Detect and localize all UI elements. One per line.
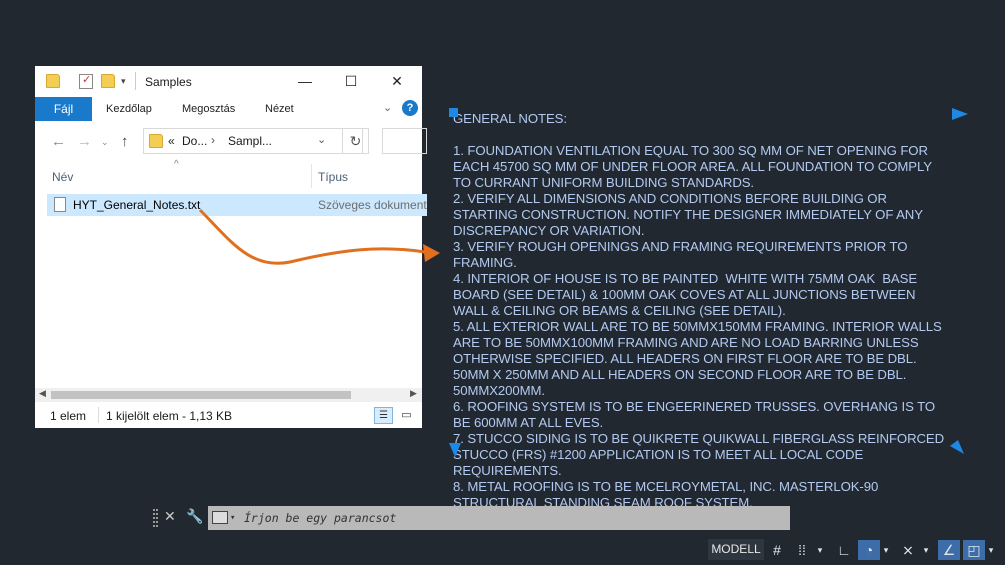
grip-height-arrow-icon[interactable] bbox=[449, 443, 461, 457]
snap-grid-icon[interactable]: ⁞⁞ bbox=[792, 540, 812, 560]
general-notes-text[interactable]: GENERAL NOTES: 1. FOUNDATION VENTILATION … bbox=[453, 111, 973, 511]
close-icon[interactable]: ✕ bbox=[164, 508, 176, 525]
grid-icon[interactable]: # bbox=[768, 540, 786, 560]
object-snap-icon[interactable]: ◰ bbox=[963, 540, 985, 560]
note-line: BE 600MM AT ALL EVES. bbox=[453, 415, 604, 430]
note-line: FRAMING. bbox=[453, 255, 517, 270]
note-line: 5. ALL EXTERIOR WALL ARE TO BE 50MMX150M… bbox=[453, 319, 942, 334]
command-placeholder: Írjon be egy parancsot bbox=[244, 511, 397, 525]
note-line: 1. FOUNDATION VENTILATION EQUAL TO 300 S… bbox=[453, 143, 928, 158]
note-line: 3. VERIFY ROUGH OPENINGS AND FRAMING REQ… bbox=[453, 239, 908, 254]
command-prompt-icon bbox=[212, 511, 228, 524]
ortho-icon[interactable]: ∟ bbox=[834, 540, 854, 560]
note-line: BOARD (SEE DETAIL) & 100MM OAK COVES AT … bbox=[453, 287, 916, 302]
note-line bbox=[453, 127, 973, 143]
note-line: WALL & CEILING OR BEAMS & CEILING (SEE D… bbox=[453, 303, 786, 318]
note-line: GENERAL NOTES: bbox=[453, 111, 567, 126]
grip-corner-arrow-icon[interactable] bbox=[950, 440, 966, 456]
note-line: 2. VERIFY ALL DIMENSIONS AND CONDITIONS … bbox=[453, 191, 887, 206]
object-snap-tracking-icon[interactable]: ∠ bbox=[938, 540, 960, 560]
isodraft-dropdown-icon[interactable]: ▾ bbox=[920, 540, 932, 560]
model-space-button[interactable]: MODELL bbox=[708, 539, 764, 560]
polar-tracking-icon[interactable]: ◔ bbox=[858, 540, 880, 560]
osnap-dropdown-icon[interactable]: ▾ bbox=[985, 540, 997, 560]
note-line: EACH 45700 SQ MM OF UNDER FLOOR AREA. AL… bbox=[453, 159, 932, 174]
note-line: 50MMX200MM. bbox=[453, 383, 545, 398]
command-input[interactable]: ▾ Írjon be egy parancsot bbox=[208, 506, 790, 530]
note-line: ARE TO BE 50MMX100MM FRAMING AND ARE NO … bbox=[453, 335, 919, 350]
note-line: STARTING CONSTRUCTION. NOTIFY THE DESIGN… bbox=[453, 207, 923, 222]
polar-dropdown-icon[interactable]: ▾ bbox=[880, 540, 892, 560]
note-line: DISCREPANCY OR VARIATION. bbox=[453, 223, 645, 238]
grip-width-arrow-icon[interactable] bbox=[952, 108, 968, 120]
wrench-icon[interactable]: 🔧 bbox=[186, 508, 203, 525]
note-line: STUCCO (FRS) #1200 APPLICATION IS TO MEE… bbox=[453, 447, 864, 462]
grip-insertion-icon[interactable] bbox=[449, 108, 458, 117]
prompt-dropdown-icon[interactable]: ▾ bbox=[230, 506, 235, 530]
snap-dropdown-icon[interactable]: ▾ bbox=[814, 540, 826, 560]
note-line: 7. STUCCO SIDING IS TO BE QUIKRETE QUIKW… bbox=[453, 431, 945, 446]
note-line: REQUIREMENTS. bbox=[453, 463, 562, 478]
note-line: OTHERWISE SPECIFIED. ALL HEADERS ON FIRS… bbox=[453, 351, 917, 366]
isodraft-icon[interactable]: ⨯ bbox=[898, 540, 918, 560]
note-line: TO CURRANT UNIFORM BUILDING STANDARDS. bbox=[453, 175, 754, 190]
note-line: 50MM X 250MM AND ALL HEADERS ON SECOND F… bbox=[453, 367, 907, 382]
note-line: 6. ROOFING SYSTEM IS TO BE ENGEERINERED … bbox=[453, 399, 935, 414]
note-line: 4. INTERIOR OF HOUSE IS TO BE PAINTED WH… bbox=[453, 271, 918, 286]
command-line: ✕ 🔧 ▾ Írjon be egy parancsot bbox=[150, 506, 790, 530]
note-line: 8. METAL ROOFING IS TO BE MCELROYMETAL, … bbox=[453, 479, 879, 494]
drawing-status-bar bbox=[0, 533, 1005, 565]
drag-handle-icon[interactable] bbox=[153, 509, 158, 527]
